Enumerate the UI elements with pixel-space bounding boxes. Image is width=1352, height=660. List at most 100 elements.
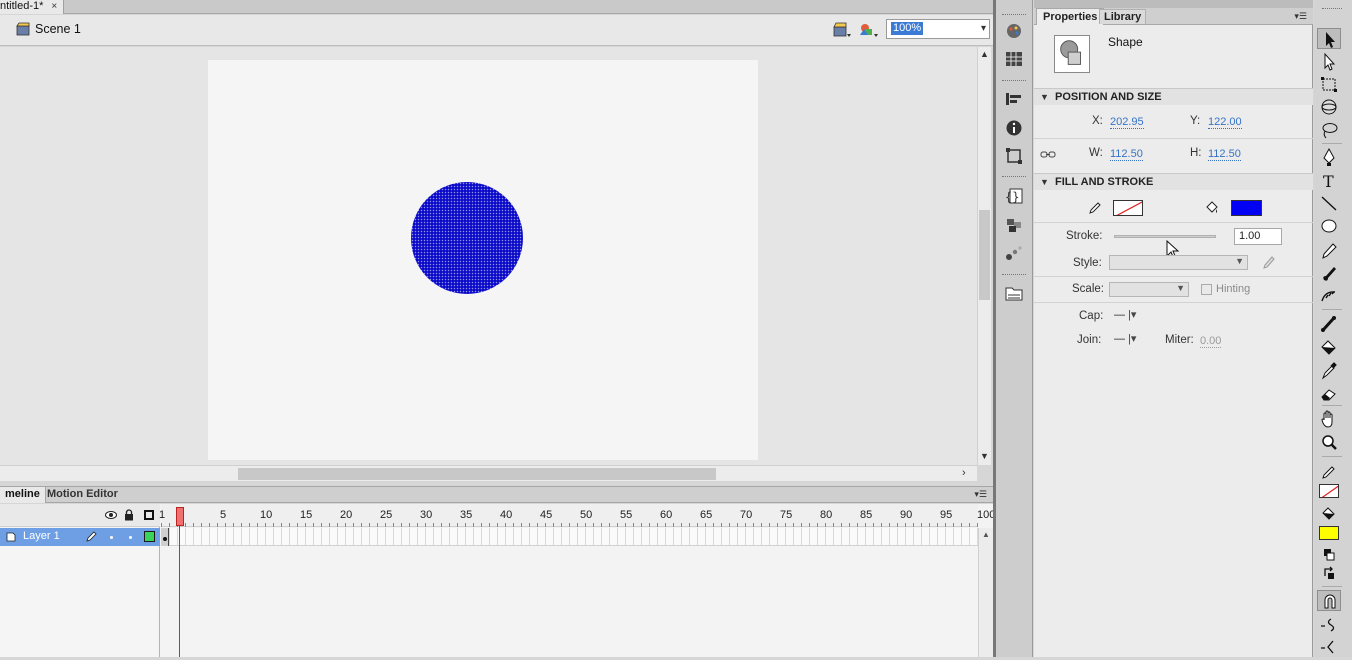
layer-name[interactable]: Layer 1 xyxy=(23,530,60,542)
layer-row[interactable]: Layer 1 xyxy=(0,528,160,546)
info-icon[interactable] xyxy=(1004,119,1024,137)
scene-label[interactable]: Scene 1 xyxy=(35,22,81,36)
tab-properties[interactable]: Properties xyxy=(1036,8,1105,25)
free-transform-tool[interactable] xyxy=(1317,74,1341,95)
stroke-color-swatch[interactable] xyxy=(1113,200,1143,216)
layer-outline-color[interactable] xyxy=(144,531,155,542)
brush-tool[interactable] xyxy=(1317,263,1341,284)
align-icon[interactable] xyxy=(1004,90,1024,108)
vertical-scroll-thumb[interactable] xyxy=(979,210,990,300)
scroll-up-icon[interactable]: ▲ xyxy=(980,49,989,59)
chevron-down-icon[interactable]: ▼ xyxy=(1176,283,1185,293)
stage-horizontal-scrollbar[interactable]: › xyxy=(0,465,977,481)
tools-grip[interactable] xyxy=(1322,8,1342,9)
playhead[interactable] xyxy=(176,507,184,526)
components-icon[interactable] xyxy=(1004,216,1024,234)
join-dropdown-icon[interactable]: |▾ xyxy=(1128,332,1136,345)
lock-icon[interactable] xyxy=(124,509,134,521)
lock-dot[interactable] xyxy=(129,536,132,539)
fill-color-tool[interactable] xyxy=(1317,503,1341,524)
stroke-slider[interactable] xyxy=(1114,235,1216,238)
chevron-down-icon[interactable]: ▼ xyxy=(1235,256,1244,266)
visibility-dot[interactable] xyxy=(110,536,113,539)
straighten-tool[interactable] xyxy=(1317,636,1341,657)
close-tab-icon[interactable]: × xyxy=(51,1,57,12)
stage-vertical-scrollbar[interactable]: ▲ ▼ xyxy=(977,47,991,465)
panel-menu-icon[interactable]: ▾☰ xyxy=(974,489,987,500)
strip-grip[interactable] xyxy=(1002,80,1026,82)
horizontal-scroll-thumb[interactable] xyxy=(238,468,716,480)
scroll-right-icon[interactable]: › xyxy=(962,467,966,479)
stage[interactable] xyxy=(208,60,758,460)
strip-grip[interactable] xyxy=(1002,274,1026,276)
chevron-down-icon[interactable]: ▾ xyxy=(981,23,986,34)
subselection-tool[interactable] xyxy=(1317,51,1341,72)
zoom-value[interactable]: 100% xyxy=(891,22,924,35)
stroke-scale-select[interactable]: ▼ xyxy=(1109,282,1189,297)
scroll-down-icon[interactable]: ▼ xyxy=(980,451,989,461)
hand-tool[interactable] xyxy=(1317,409,1341,430)
selection-tool[interactable] xyxy=(1317,28,1341,49)
stroke-color-swatch[interactable] xyxy=(1319,484,1339,498)
project-icon[interactable] xyxy=(1004,284,1024,302)
tab-timeline[interactable]: meline xyxy=(0,487,46,503)
tab-library[interactable]: Library xyxy=(1099,9,1147,24)
paint-bucket-tool[interactable] xyxy=(1317,337,1341,358)
collapse-arrow-icon[interactable]: ▼ xyxy=(1040,177,1049,187)
collapse-arrow-icon[interactable]: ▼ xyxy=(1040,92,1049,102)
swap-colors-tool[interactable] xyxy=(1317,563,1341,584)
zoom-select[interactable]: 100% ▾ xyxy=(886,19,990,39)
edit-scene-icon[interactable] xyxy=(832,21,852,39)
stroke-style-select[interactable]: ▼ xyxy=(1109,255,1248,270)
pencil-tool[interactable] xyxy=(1317,240,1341,261)
document-tab[interactable]: ntitled-1* × xyxy=(0,0,65,14)
layer-frame-row[interactable] xyxy=(161,528,978,546)
zoom-tool[interactable] xyxy=(1317,432,1341,453)
motion-presets-icon[interactable] xyxy=(1004,244,1024,262)
cap-value[interactable]: — xyxy=(1114,309,1125,321)
strip-grip[interactable] xyxy=(1002,176,1026,178)
lasso-tool[interactable] xyxy=(1317,120,1341,141)
panel-menu-icon[interactable]: ▾☰ xyxy=(1294,11,1307,22)
swatches-icon[interactable] xyxy=(1004,50,1024,68)
tab-motion-editor[interactable]: Motion Editor xyxy=(42,487,123,503)
h-value[interactable]: 112.50 xyxy=(1208,148,1241,161)
cap-dropdown-icon[interactable]: |▾ xyxy=(1128,308,1136,321)
stroke-value-input[interactable]: 1.00 xyxy=(1234,228,1282,245)
text-tool[interactable]: T xyxy=(1317,170,1341,191)
3d-rotation-tool[interactable] xyxy=(1317,97,1341,118)
edit-symbol-icon[interactable] xyxy=(858,21,880,39)
bone-tool[interactable] xyxy=(1317,313,1341,334)
timeline-vertical-scrollbar[interactable]: ▲ xyxy=(978,528,993,657)
stroke-color-tool[interactable] xyxy=(1317,462,1341,483)
frames-area[interactable]: 1 5 10 15 20 25 30 35 40 45 50 55 60 65 70 75 80 85 90 95 1… xyxy=(159,504,995,657)
transform-icon[interactable] xyxy=(1004,147,1024,165)
eraser-tool[interactable] xyxy=(1317,383,1341,404)
edit-stroke-style-icon[interactable] xyxy=(1262,254,1276,270)
strip-grip[interactable] xyxy=(1002,14,1026,16)
position-size-section-header[interactable]: ▼ POSITION AND SIZE xyxy=(1034,88,1313,105)
smooth-tool[interactable] xyxy=(1317,614,1341,635)
actions-icon[interactable]: {} xyxy=(1004,187,1024,205)
hinting-checkbox[interactable] xyxy=(1201,284,1212,295)
deco-tool[interactable] xyxy=(1317,286,1341,307)
keyframe[interactable] xyxy=(161,528,169,546)
selected-circle-shape[interactable] xyxy=(411,182,523,294)
oval-tool[interactable] xyxy=(1317,216,1341,237)
y-value[interactable]: 122.00 xyxy=(1208,116,1242,129)
color-panel-icon[interactable] xyxy=(1004,22,1024,40)
eye-icon[interactable] xyxy=(105,510,117,520)
snap-to-objects-tool[interactable] xyxy=(1317,590,1341,611)
fill-stroke-section-header[interactable]: ▼ FILL AND STROKE xyxy=(1034,173,1313,190)
scroll-up-icon[interactable]: ▲ xyxy=(982,530,990,539)
link-constrain-icon[interactable] xyxy=(1040,149,1056,161)
pen-tool[interactable] xyxy=(1317,147,1341,168)
miter-value[interactable]: 0.00 xyxy=(1200,335,1222,348)
fill-color-swatch[interactable] xyxy=(1319,526,1339,540)
w-value[interactable]: 112.50 xyxy=(1110,148,1143,161)
frame-ruler[interactable]: 1 5 10 15 20 25 30 35 40 45 50 55 60 65 70 75 80 85 90 95 1… xyxy=(159,504,995,527)
line-tool[interactable] xyxy=(1317,193,1341,214)
x-value[interactable]: 202.95 xyxy=(1110,116,1144,129)
outline-icon[interactable] xyxy=(144,510,154,520)
eyedropper-tool[interactable] xyxy=(1317,360,1341,381)
